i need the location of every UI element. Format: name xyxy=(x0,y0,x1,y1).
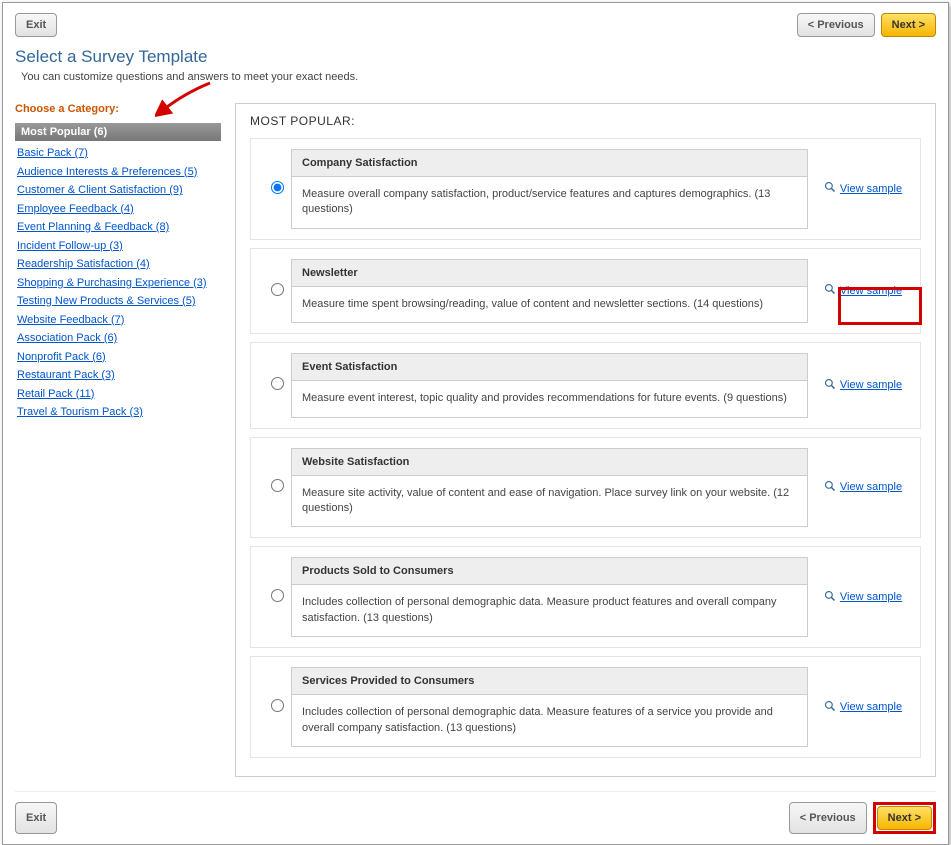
category-link[interactable]: Incident Follow-up (3) xyxy=(15,237,221,256)
category-link[interactable]: Nonprofit Pack (6) xyxy=(15,348,221,367)
template-radio[interactable] xyxy=(271,283,284,296)
view-sample-link[interactable]: View sample xyxy=(824,590,902,605)
category-link[interactable]: Travel & Tourism Pack (3) xyxy=(15,403,221,422)
template-title: Company Satisfaction xyxy=(292,150,807,177)
template-row: Event SatisfactionMeasure event interest… xyxy=(250,342,921,428)
category-link[interactable]: Website Feedback (7) xyxy=(15,311,221,330)
view-sample-link[interactable]: View sample xyxy=(824,700,902,715)
category-sidebar: Choose a Category: Most Popular (6) Basi… xyxy=(15,103,235,777)
bottom-toolbar: Exit < Previous Next > xyxy=(15,791,936,834)
magnify-icon xyxy=(824,480,836,495)
template-title: Services Provided to Consumers xyxy=(292,668,807,695)
template-row: Company SatisfactionMeasure overall comp… xyxy=(250,138,921,240)
template-description: Measure time spent browsing/reading, val… xyxy=(292,287,807,322)
template-title: Website Satisfaction xyxy=(292,449,807,476)
magnify-icon xyxy=(824,378,836,393)
category-link[interactable]: Event Planning & Feedback (8) xyxy=(15,218,221,237)
annotation-highlight-next: Next > xyxy=(873,802,936,834)
category-link[interactable]: Restaurant Pack (3) xyxy=(15,366,221,385)
category-link[interactable]: Readership Satisfaction (4) xyxy=(15,255,221,274)
template-radio[interactable] xyxy=(271,589,284,602)
template-radio[interactable] xyxy=(271,699,284,712)
template-description: Measure overall company satisfaction, pr… xyxy=(292,177,807,228)
exit-button-bottom[interactable]: Exit xyxy=(15,802,57,834)
templates-heading: MOST POPULAR: xyxy=(250,114,921,128)
view-sample-link[interactable]: View sample xyxy=(824,480,902,495)
next-button[interactable]: Next > xyxy=(881,13,936,37)
template-row: Services Provided to ConsumersIncludes c… xyxy=(250,656,921,758)
magnify-icon xyxy=(824,283,836,298)
choose-category-heading: Choose a Category: xyxy=(15,103,221,115)
template-title: Event Satisfaction xyxy=(292,354,807,381)
category-link[interactable]: Retail Pack (11) xyxy=(15,385,221,404)
template-title: Products Sold to Consumers xyxy=(292,558,807,585)
magnify-icon xyxy=(824,700,836,715)
annotation-arrow xyxy=(155,78,215,122)
view-sample-link[interactable]: View sample xyxy=(824,181,902,196)
next-button-bottom[interactable]: Next > xyxy=(877,806,932,830)
template-description: Includes collection of personal demograp… xyxy=(292,585,807,636)
template-description: Measure event interest, topic quality an… xyxy=(292,381,807,416)
previous-button-bottom[interactable]: < Previous xyxy=(789,802,867,834)
magnify-icon xyxy=(824,181,836,196)
exit-button[interactable]: Exit xyxy=(15,13,57,37)
template-description: Measure site activity, value of content … xyxy=(292,476,807,527)
category-link[interactable]: Basic Pack (7) xyxy=(15,144,221,163)
page-subtitle: You can customize questions and answers … xyxy=(15,71,936,83)
category-link[interactable]: Employee Feedback (4) xyxy=(15,200,221,219)
category-link[interactable]: Association Pack (6) xyxy=(15,329,221,348)
previous-button[interactable]: < Previous xyxy=(797,13,875,37)
template-radio[interactable] xyxy=(271,479,284,492)
magnify-icon xyxy=(824,590,836,605)
template-radio[interactable] xyxy=(271,181,284,194)
template-row: Website SatisfactionMeasure site activit… xyxy=(250,437,921,539)
view-sample-link[interactable]: View sample xyxy=(824,283,902,298)
category-link[interactable]: Testing New Products & Services (5) xyxy=(15,292,221,311)
category-link[interactable]: Customer & Client Satisfaction (9) xyxy=(15,181,221,200)
page-title: Select a Survey Template xyxy=(15,47,936,67)
category-active[interactable]: Most Popular (6) xyxy=(15,123,221,141)
view-sample-link[interactable]: View sample xyxy=(824,378,902,393)
template-row: NewsletterMeasure time spent browsing/re… xyxy=(250,248,921,334)
category-link[interactable]: Shopping & Purchasing Experience (3) xyxy=(15,274,221,293)
template-description: Includes collection of personal demograp… xyxy=(292,695,807,746)
top-toolbar: Exit < Previous Next > xyxy=(15,13,936,37)
templates-panel: MOST POPULAR: Company SatisfactionMeasur… xyxy=(235,103,936,777)
template-row: Products Sold to ConsumersIncludes colle… xyxy=(250,546,921,648)
template-title: Newsletter xyxy=(292,260,807,287)
category-link[interactable]: Audience Interests & Preferences (5) xyxy=(15,163,221,182)
template-radio[interactable] xyxy=(271,377,284,390)
